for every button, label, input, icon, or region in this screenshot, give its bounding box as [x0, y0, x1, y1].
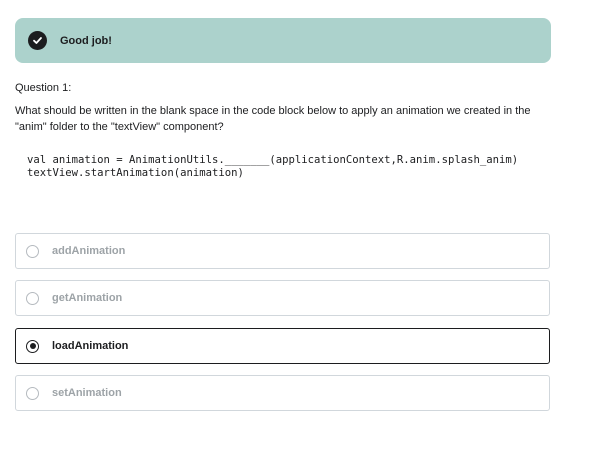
radio-button[interactable]	[26, 244, 39, 258]
code-block: val animation = AnimationUtils._______(a…	[27, 154, 518, 180]
feedback-banner: Good job!	[15, 18, 551, 63]
answer-option-setanimation[interactable]: setAnimation	[15, 375, 550, 411]
check-circle-icon	[28, 31, 47, 50]
answer-option-getanimation[interactable]: getAnimation	[15, 280, 550, 316]
answer-option-loadanimation[interactable]: loadAnimation	[15, 328, 550, 364]
radio-button-selected[interactable]	[26, 339, 39, 353]
feedback-message: Good job!	[60, 34, 112, 47]
radio-dot	[29, 343, 36, 349]
answer-option-addanimation[interactable]: addAnimation	[15, 233, 550, 269]
radio-button[interactable]	[26, 291, 39, 305]
code-line: val animation = AnimationUtils._______(a…	[27, 154, 519, 166]
answer-option-label: addAnimation	[52, 245, 126, 257]
question-text: What should be written in the blank spac…	[15, 105, 531, 133]
answer-option-label: getAnimation	[52, 292, 123, 304]
answer-option-label: loadAnimation	[52, 340, 129, 352]
answer-option-label: setAnimation	[52, 387, 122, 399]
radio-button[interactable]	[26, 386, 39, 400]
code-line: textView.startAnimation(animation)	[27, 167, 244, 179]
question-number: Question 1:	[15, 82, 72, 94]
